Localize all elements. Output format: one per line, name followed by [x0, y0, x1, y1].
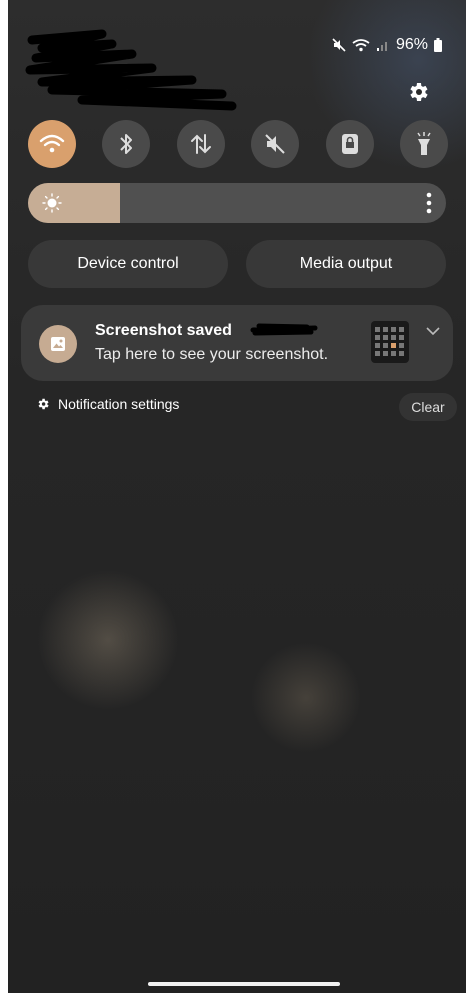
media-output-button[interactable]: Media output	[246, 240, 446, 288]
thumbnail-grid	[375, 327, 404, 356]
notification-body: Tap here to see your screenshot.	[95, 346, 329, 363]
more-options-icon[interactable]	[426, 192, 432, 214]
chevron-down-icon[interactable]	[425, 325, 441, 337]
wifi-status-icon	[352, 39, 370, 52]
redaction-scribble	[25, 29, 237, 111]
mute-status-icon	[332, 38, 346, 52]
bluetooth-tile[interactable]	[102, 120, 151, 168]
mute-icon	[265, 134, 285, 154]
screen-lock-tile[interactable]	[325, 120, 374, 168]
device-control-button[interactable]: Device control	[28, 240, 228, 288]
sound-tile[interactable]	[251, 120, 300, 168]
screenshot-thumbnail[interactable]	[371, 321, 409, 363]
settings-gear-icon[interactable]	[406, 80, 430, 104]
control-buttons-row: Device control Media output	[28, 240, 446, 288]
flashlight-tile[interactable]	[399, 120, 448, 168]
screenshot-notification[interactable]: Screenshot saved Tap here to see your sc…	[21, 305, 453, 381]
sun-icon	[42, 193, 62, 213]
lock-icon	[341, 134, 358, 154]
bluetooth-icon	[120, 134, 133, 154]
wifi-icon	[39, 134, 65, 153]
wifi-tile[interactable]	[28, 120, 76, 168]
flashlight-icon	[417, 132, 431, 155]
notification-title: Screenshot saved	[95, 322, 232, 339]
quick-settings-tiles	[28, 120, 448, 168]
redaction-scribble-small	[250, 323, 318, 336]
mobile-data-tile[interactable]	[176, 120, 225, 168]
brightness-slider[interactable]	[28, 183, 446, 223]
clear-button[interactable]: Clear	[399, 393, 457, 421]
home-indicator[interactable]	[148, 982, 340, 986]
battery-icon	[434, 38, 442, 52]
status-bar: 96%	[332, 36, 442, 54]
notification-settings-link[interactable]: Notification settings	[36, 396, 179, 412]
notification-app-icon	[39, 325, 77, 363]
notification-settings-label: Notification settings	[58, 396, 180, 412]
image-icon	[51, 337, 65, 351]
signal-status-icon	[376, 42, 387, 51]
gear-icon	[38, 398, 49, 410]
notification-shade: 96% Device control Media output Screensh…	[8, 0, 466, 993]
data-arrows-icon	[190, 134, 211, 154]
battery-percent: 96%	[395, 36, 428, 53]
